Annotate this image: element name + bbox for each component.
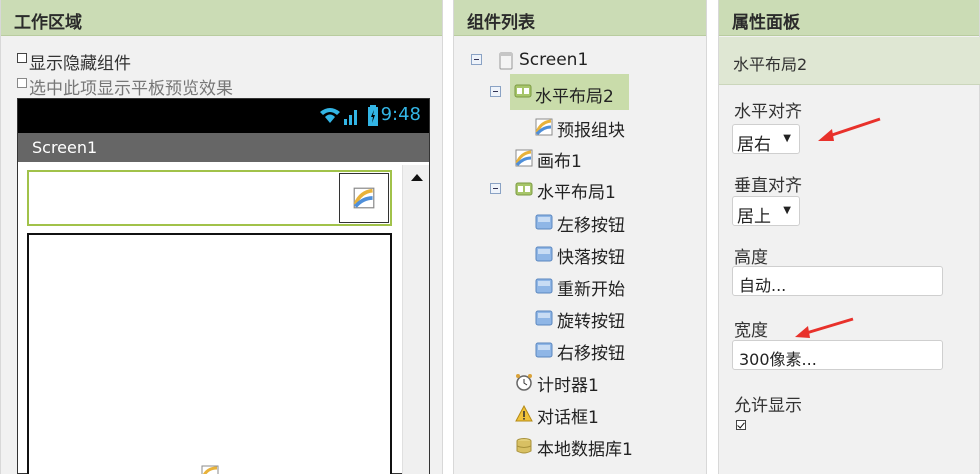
clock-icon xyxy=(516,374,532,391)
battery-icon xyxy=(368,105,378,126)
height-field[interactable]: 自动... xyxy=(732,266,943,296)
database-icon xyxy=(516,438,532,454)
canvas-icon xyxy=(201,465,219,474)
canvas-icon xyxy=(535,118,553,136)
visible-checkbox[interactable] xyxy=(736,420,746,430)
width-label: 宽度 xyxy=(734,321,768,341)
button-icon xyxy=(535,214,553,230)
width-field[interactable]: 300像素... xyxy=(732,340,943,370)
scrollbar[interactable] xyxy=(402,165,429,474)
canvas-icon xyxy=(353,187,375,209)
components-header: 组件列表 xyxy=(454,0,706,36)
show-hidden-checkbox[interactable]: 显示隐藏组件 xyxy=(17,49,131,74)
viewer-header: 工作区域 xyxy=(1,0,442,36)
height-value: 自动... xyxy=(739,276,787,295)
horizontal-layout-icon xyxy=(515,182,533,196)
button-icon xyxy=(535,310,553,326)
canvas-icon xyxy=(515,149,533,167)
selected-component-name: 水平布局2 xyxy=(733,55,808,74)
button-icon xyxy=(535,246,553,262)
collapse-toggle-icon[interactable] xyxy=(490,86,501,97)
align-horizontal-label: 水平对齐 xyxy=(734,102,802,122)
collapse-toggle-icon[interactable] xyxy=(471,54,482,65)
properties-header: 属性面板 xyxy=(719,0,979,36)
align-vertical-dropdown[interactable]: 居上 ▼ xyxy=(732,196,800,227)
checkbox-box[interactable] xyxy=(17,53,27,63)
status-time: 9:48 xyxy=(380,104,421,125)
signal-icon xyxy=(320,108,357,125)
collapse-toggle-icon[interactable] xyxy=(490,183,501,194)
show-hidden-label: 显示隐藏组件 xyxy=(29,54,131,74)
properties-title: 属性面板 xyxy=(732,13,800,33)
screen-icon xyxy=(499,52,513,70)
horizontal-layout-1-preview[interactable] xyxy=(27,233,392,474)
align-horizontal-dropdown[interactable]: 居右 ▼ xyxy=(732,124,800,155)
canvas-preview[interactable] xyxy=(339,173,389,223)
align-vertical-value: 居上 xyxy=(737,207,771,227)
notifier-icon xyxy=(515,405,533,422)
align-horizontal-value: 居右 xyxy=(737,135,771,155)
viewer-title: 工作区域 xyxy=(14,13,82,33)
tablet-preview-label: 选中此项显示平板预览效果 xyxy=(29,79,233,99)
checkbox-box[interactable] xyxy=(17,78,27,88)
button-icon xyxy=(535,278,553,294)
dropdown-arrow-icon: ▼ xyxy=(783,205,791,216)
height-label: 高度 xyxy=(734,248,768,268)
button-icon xyxy=(535,342,553,358)
dropdown-arrow-icon: ▼ xyxy=(783,133,791,144)
status-bar: 9:48 xyxy=(18,99,429,133)
screen-title: Screen1 xyxy=(32,138,98,157)
horizontal-layout-icon xyxy=(514,84,532,98)
components-title: 组件列表 xyxy=(467,13,535,33)
properties-panel: 属性面板 水平布局2 水平对齐 居右 ▼ 垂直对齐 居上 ▼ 高度 自动... … xyxy=(718,0,980,474)
annotation-arrow-icon xyxy=(795,317,854,338)
tree-item-horizontal-layout-2[interactable]: 水平布局2 xyxy=(510,74,629,110)
selected-component-header: 水平布局2 xyxy=(719,37,980,85)
align-vertical-label: 垂直对齐 xyxy=(734,176,802,196)
components-panel: 组件列表 Screen1 水平布局2 预报组块 画布1 水平布局1 左移按钮 快… xyxy=(453,0,707,474)
annotation-arrow-icon xyxy=(818,117,881,141)
scroll-up-arrow-icon[interactable] xyxy=(407,167,427,187)
screen-titlebar: Screen1 xyxy=(18,133,429,162)
phone-preview: 9:48 Screen1 xyxy=(17,98,430,474)
tablet-preview-checkbox[interactable]: 选中此项显示平板预览效果 xyxy=(17,74,233,99)
horizontal-layout-2-preview[interactable] xyxy=(27,170,392,226)
visible-label: 允许显示 xyxy=(734,396,802,416)
width-value: 300像素... xyxy=(739,350,817,369)
viewer-panel: 工作区域 显示隐藏组件 选中此项显示平板预览效果 9:48 Screen1 xyxy=(0,0,443,474)
